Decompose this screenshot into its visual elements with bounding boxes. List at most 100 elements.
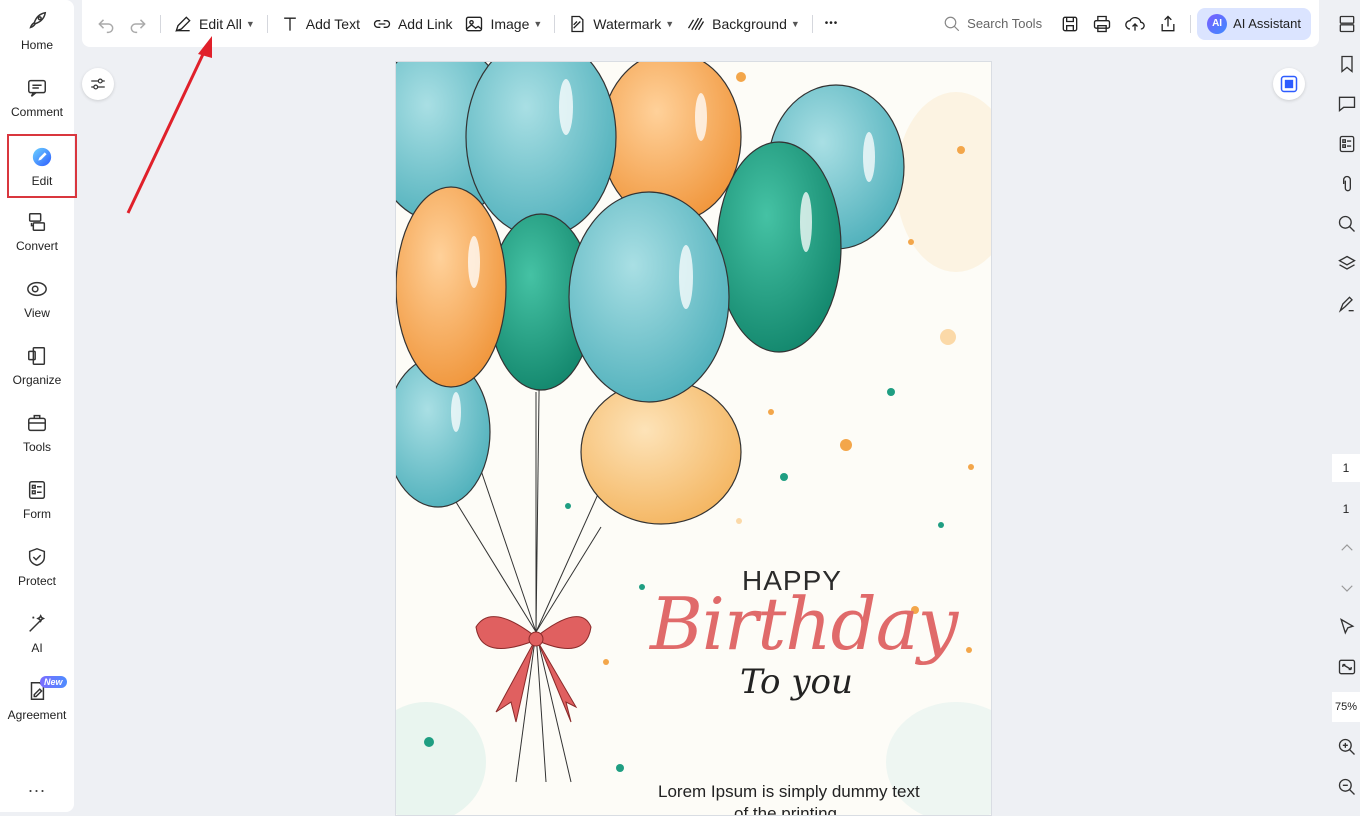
form-icon <box>26 479 48 501</box>
undo-icon <box>98 18 114 33</box>
save-button[interactable] <box>1054 9 1086 39</box>
zoom-out-icon[interactable] <box>1336 776 1358 798</box>
toolbar-divider <box>554 14 556 33</box>
chevron-down-icon[interactable] <box>1336 577 1358 599</box>
bookmark-icon[interactable] <box>1336 53 1358 75</box>
card-body-text-line1: Lorem Ipsum is simply dummy text <box>658 782 920 801</box>
sidebar-item-edit[interactable]: Edit <box>7 134 77 198</box>
background-label: Background <box>712 15 787 32</box>
new-badge: New <box>40 676 67 688</box>
sidebar-item-view[interactable]: View <box>0 268 74 332</box>
fit-page-icon <box>1280 75 1298 93</box>
ai-logo-icon: AI <box>1207 13 1228 34</box>
card-body-text-line2: of the printing <box>734 804 838 816</box>
card-title-to-you: To you <box>740 662 853 702</box>
sidebar-item-label: Tools <box>22 440 51 454</box>
sidebar-item-agreement[interactable]: New Agreement <box>0 670 74 734</box>
layers-icon[interactable] <box>1336 253 1358 275</box>
sidebar-item-label: View <box>24 306 50 320</box>
total-pages-number: 1 <box>1342 502 1350 516</box>
sidebar-more-button[interactable]: ... <box>0 776 74 797</box>
select-cursor-icon[interactable] <box>1336 616 1358 638</box>
add-link-label: Add Link <box>397 15 453 32</box>
chevron-down-icon: ▼ <box>245 18 255 29</box>
print-button[interactable] <box>1086 9 1118 39</box>
sidebar-item-organize[interactable]: Organize <box>0 335 74 399</box>
upload-cloud-button[interactable] <box>1118 9 1152 39</box>
convert-icon <box>26 211 48 233</box>
comment-icon <box>26 77 48 99</box>
image-button[interactable]: Image ▼ <box>458 9 548 39</box>
sliders-icon <box>91 78 105 90</box>
search-tools-input[interactable]: Search Tools <box>943 15 1042 33</box>
print-icon <box>1093 15 1111 32</box>
sidebar-item-label: Home <box>20 38 53 52</box>
sidebar-item-convert[interactable]: Convert <box>0 201 74 265</box>
zoom-level[interactable]: 75% <box>1332 692 1360 722</box>
redo-icon <box>130 18 146 33</box>
share-icon <box>1161 15 1175 31</box>
toolbar-divider <box>1190 14 1192 33</box>
background-icon <box>688 17 705 30</box>
sidebar-item-tools[interactable]: Tools <box>0 402 74 466</box>
sidebar-item-label: Form <box>23 507 51 521</box>
redo-button[interactable] <box>122 9 154 39</box>
filter-settings-button[interactable] <box>82 68 114 100</box>
sidebar-item-label: Agreement <box>7 708 67 722</box>
chevron-down-icon: ▼ <box>533 18 543 29</box>
background-button[interactable]: Background ▼ <box>680 9 806 39</box>
form-fields-icon[interactable] <box>1336 133 1358 155</box>
watermark-icon <box>571 15 584 32</box>
shield-icon <box>26 546 48 568</box>
magic-wand-icon <box>26 613 48 635</box>
chevron-up-icon[interactable] <box>1336 537 1358 559</box>
edit-icon <box>31 146 53 168</box>
sidebar-item-comment[interactable]: Comment <box>0 67 74 131</box>
sidebar-item-label: Comment <box>10 105 63 119</box>
toolbar-divider <box>811 14 813 33</box>
sidebar-item-label: AI <box>31 641 43 655</box>
signature-icon[interactable] <box>1336 293 1358 315</box>
top-toolbar: Edit All ▼ Add Text Add Link Image ▼ Wat… <box>82 0 1319 47</box>
sidebar-item-ai[interactable]: AI <box>0 603 74 667</box>
left-sidebar: Home Comment Edit Convert View Organize <box>0 0 77 812</box>
search-panel-icon[interactable] <box>1336 213 1358 235</box>
add-text-label: Add Text <box>305 15 360 32</box>
sidebar-item-home[interactable]: Home <box>0 0 74 64</box>
eye-icon <box>26 278 48 300</box>
more-options-button[interactable]: ••• <box>819 9 845 39</box>
search-tools-placeholder: Search Tools <box>967 16 1043 31</box>
add-text-button[interactable]: Add Text <box>274 9 366 39</box>
watermark-button[interactable]: Watermark ▼ <box>561 9 680 39</box>
save-icon <box>1062 16 1078 31</box>
link-icon <box>373 19 391 28</box>
attachment-icon[interactable] <box>1336 173 1358 195</box>
sidebar-item-protect[interactable]: Protect <box>0 536 74 600</box>
current-page-number[interactable]: 1 <box>1332 454 1360 482</box>
birthday-card-artwork <box>396 62 991 815</box>
sidebar-item-form[interactable]: Form <box>0 469 74 533</box>
document-page[interactable]: HAPPY Birthday To you Lorem Ipsum is sim… <box>395 61 992 816</box>
sidebar-item-label: Protect <box>17 574 56 588</box>
share-button[interactable] <box>1152 9 1184 39</box>
rocket-icon <box>26 10 48 32</box>
undo-button[interactable] <box>82 9 122 39</box>
zoom-in-icon[interactable] <box>1336 736 1358 758</box>
chevron-down-icon: ▼ <box>665 18 675 29</box>
sidebar-item-label: Edit <box>31 174 53 188</box>
comment-panel-icon[interactable] <box>1336 93 1358 115</box>
fit-width-icon[interactable] <box>1336 656 1358 678</box>
card-title-birthday: Birthday <box>650 582 958 666</box>
ai-assistant-label: AI Assistant <box>1233 16 1301 31</box>
sidebar-item-label: Organize <box>12 373 62 387</box>
add-link-button[interactable]: Add Link <box>366 9 458 39</box>
thumbnails-icon[interactable] <box>1336 13 1358 35</box>
text-icon <box>283 17 296 31</box>
edit-all-label: Edit All <box>199 15 242 32</box>
cloud-upload-icon <box>1125 16 1145 31</box>
sidebar-item-label: Convert <box>15 239 59 253</box>
ai-assistant-button[interactable]: AI AI Assistant <box>1197 7 1311 40</box>
edit-all-button[interactable]: Edit All ▼ <box>167 9 261 39</box>
chevron-down-icon: ▼ <box>790 18 800 29</box>
fit-page-button[interactable] <box>1273 68 1305 100</box>
